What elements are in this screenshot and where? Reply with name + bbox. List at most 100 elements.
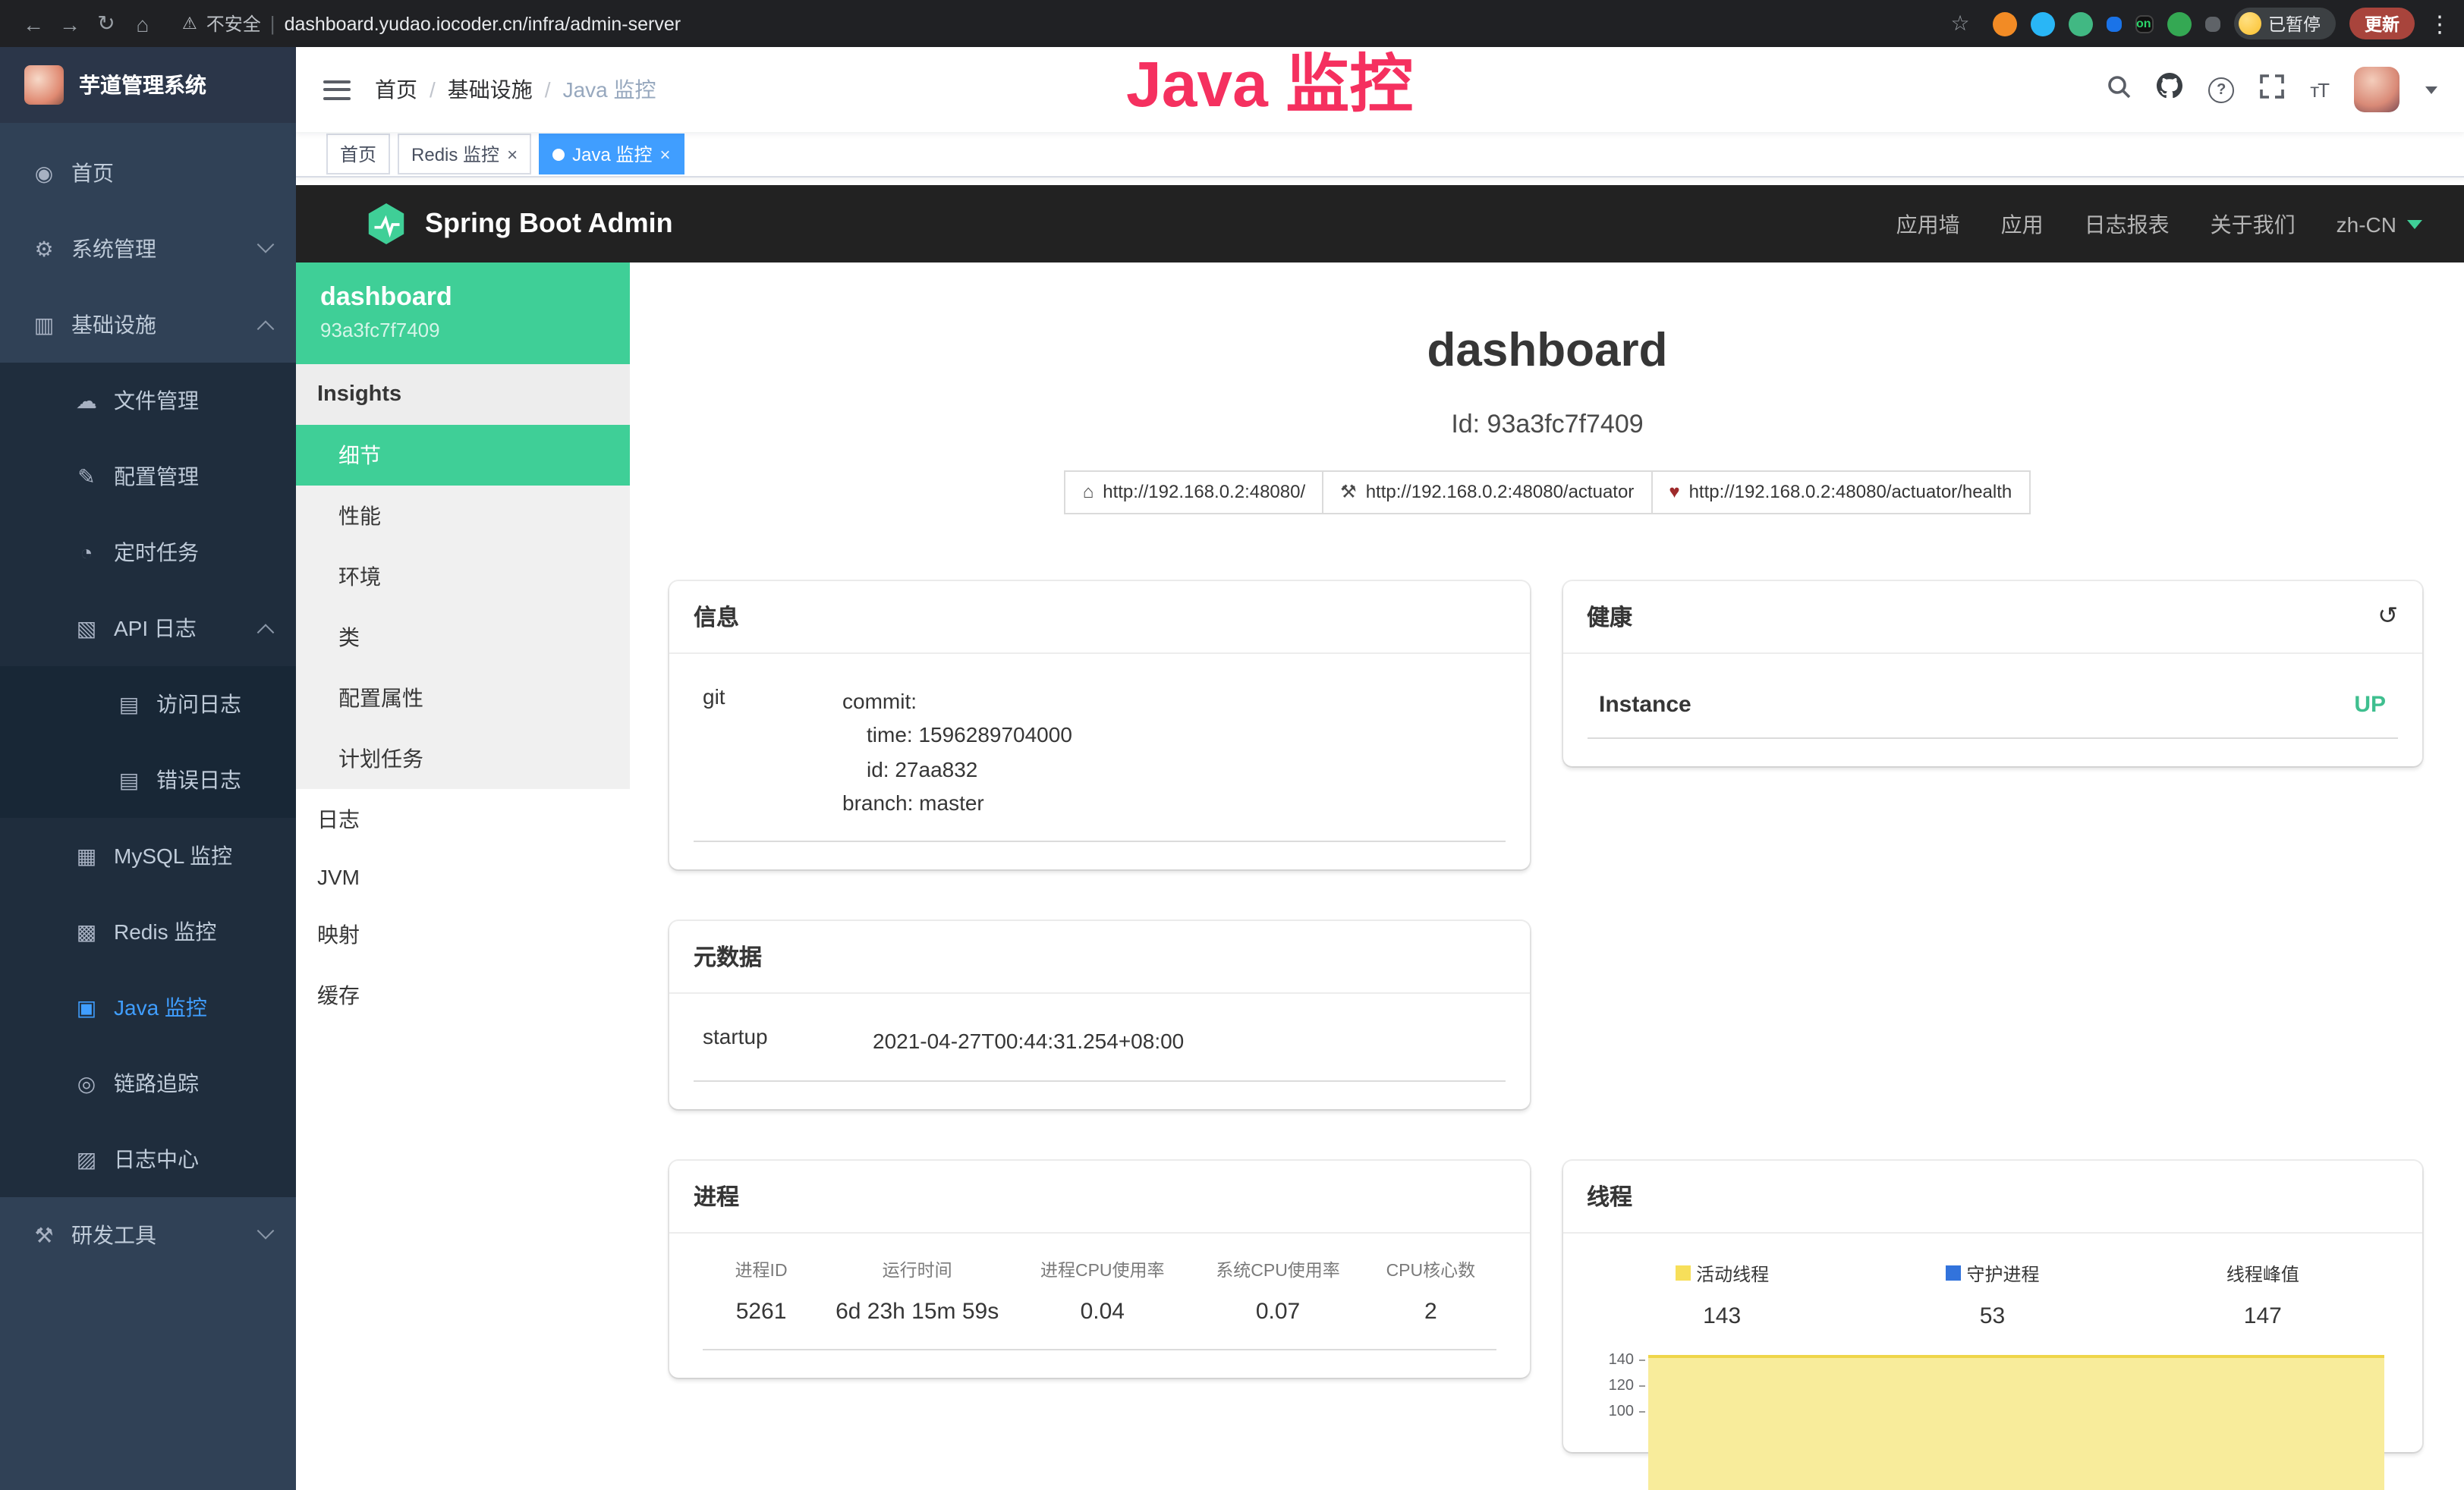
sidebar-item-access-logs[interactable]: ▤ 访问日志 <box>0 666 296 742</box>
info-key: git <box>703 684 842 820</box>
sidebar-item-java-monitor[interactable]: ▣ Java 监控 <box>0 970 296 1045</box>
redis-icon: ▩ <box>73 919 100 945</box>
sidebar-item-redis-monitor[interactable]: ▩ Redis 监控 <box>0 894 296 970</box>
sidebar-item-file-management[interactable]: ☁ 文件管理 <box>0 363 296 439</box>
spring-boot-admin-logo-icon <box>366 203 407 244</box>
sba-menu-performance[interactable]: 性能 <box>296 486 630 546</box>
url-text: dashboard.yudao.iocoder.cn/infra/admin-s… <box>285 13 681 34</box>
tab-redis-monitor[interactable]: Redis 监控 × <box>398 134 531 174</box>
file-icon: ☁ <box>73 388 100 413</box>
sba-locale-select[interactable]: zh-CN <box>2337 212 2422 236</box>
extension-icon-6[interactable] <box>2204 16 2220 31</box>
sidebar-item-mysql-monitor[interactable]: ▦ MySQL 监控 <box>0 818 296 894</box>
paused-label: 已暂停 <box>2268 11 2321 36</box>
extension-icon-2[interactable] <box>2030 11 2054 36</box>
github-icon[interactable] <box>2157 73 2182 106</box>
forward-icon[interactable]: → <box>52 11 88 36</box>
active-threads-area <box>1647 1354 2384 1490</box>
sba-menu-logs[interactable]: 日志 <box>296 789 630 850</box>
trace-icon: ◎ <box>73 1070 100 1096</box>
service-url-link[interactable]: ⌂ http://192.168.0.2:48080/ <box>1065 470 1323 514</box>
extension-icon-3[interactable] <box>2068 11 2092 36</box>
back-icon[interactable]: ← <box>15 11 52 36</box>
sba-menu-environment[interactable]: 环境 <box>296 546 630 607</box>
address-bar[interactable]: ⚠ 不安全 | dashboard.yudao.iocoder.cn/infra… <box>182 11 681 36</box>
close-tab-icon[interactable]: × <box>659 143 670 165</box>
sba-nav-applications[interactable]: 应用 <box>2001 209 2044 239</box>
sidebar-item-system-management[interactable]: ⚙ 系统管理 <box>0 211 296 287</box>
reload-icon[interactable]: ↻ <box>88 11 124 36</box>
extension-icon-5[interactable] <box>2167 11 2191 36</box>
health-instance-label[interactable]: Instance <box>1599 692 1691 718</box>
sidebar-item-error-logs[interactable]: ▤ 错误日志 <box>0 742 296 818</box>
breadcrumb-infrastructure[interactable]: 基础设施 <box>448 74 533 105</box>
extension-icon-1[interactable] <box>1992 11 2016 36</box>
avatar[interactable] <box>2354 67 2399 112</box>
sba-nav-wallboard[interactable]: 应用墙 <box>1896 209 1960 239</box>
tab-java-monitor[interactable]: Java 监控 × <box>539 134 684 174</box>
extension-grid-icon[interactable] <box>2106 16 2121 31</box>
health-status-badge: UP <box>2354 692 2386 718</box>
app-sidebar: 芋道管理系统 ◉ 首页 ⚙ 系统管理 ▥ 基础设施 ☁ <box>0 47 296 1490</box>
threads-legend: 活动线程 143 守护进程 <box>1587 1260 2398 1328</box>
tools-icon: ⚒ <box>30 1222 58 1248</box>
avatar-caret-icon[interactable] <box>2425 86 2437 93</box>
health-card-title: 健康 <box>1587 601 1632 633</box>
sba-nav-journal[interactable]: 日志报表 <box>2085 209 2170 239</box>
process-card-title: 进程 <box>694 1180 739 1212</box>
extension-on-badge-icon[interactable]: on <box>2135 14 2153 33</box>
document-icon: ▤ <box>115 767 143 793</box>
daemon-threads-value: 53 <box>1857 1303 2127 1328</box>
sidebar-item-dev-tools[interactable]: ⚒ 研发工具 <box>0 1197 296 1273</box>
sidebar-item-scheduled-tasks[interactable]: ◔ 定时任务 <box>0 514 296 590</box>
sba-menu-config-properties[interactable]: 配置属性 <box>296 668 630 728</box>
heart-icon: ♥ <box>1669 482 1679 503</box>
chevron-up-icon <box>257 320 275 338</box>
sidebar-item-home[interactable]: ◉ 首页 <box>0 135 296 211</box>
help-icon[interactable]: ? <box>2208 77 2234 102</box>
breadcrumb-home[interactable]: 首页 <box>375 74 417 105</box>
breadcrumb: 首页 / 基础设施 / Java 监控 <box>375 74 656 105</box>
sba-brand-title[interactable]: Spring Boot Admin <box>425 208 673 240</box>
tab-bar: 首页 Redis 监控 × Java 监控 × <box>296 132 2464 178</box>
sba-menu-mappings[interactable]: 映射 <box>296 904 630 965</box>
sba-menu-classes[interactable]: 类 <box>296 607 630 668</box>
sidebar-item-api-logs[interactable]: ▧ API 日志 <box>0 590 296 666</box>
history-icon[interactable]: ↺ <box>2377 602 2398 632</box>
actuator-url-link[interactable]: ⚒ http://192.168.0.2:48080/actuator <box>1322 470 1652 514</box>
chart-plot-area <box>1647 1347 2389 1424</box>
sba-navbar: Spring Boot Admin 应用墙 应用 日志报表 关于我们 zh-CN <box>296 185 2464 262</box>
paused-badge[interactable]: 已暂停 <box>2233 8 2336 39</box>
kebab-menu-icon[interactable]: ⋮ <box>2428 10 2450 37</box>
sidebar-item-log-center[interactable]: ▨ 日志中心 <box>0 1121 296 1197</box>
legend-item: 线程峰值 147 <box>2128 1260 2398 1328</box>
page-title: dashboard <box>630 323 2464 378</box>
instance-links: ⌂ http://192.168.0.2:48080/ ⚒ http://192… <box>630 470 2464 514</box>
sba-menu-details[interactable]: 细节 <box>296 425 630 486</box>
threads-card-title: 线程 <box>1587 1180 1632 1212</box>
sba-menu-scheduled-tasks[interactable]: 计划任务 <box>296 728 630 789</box>
sba-menu-caches[interactable]: 缓存 <box>296 965 630 1026</box>
search-icon[interactable] <box>2107 74 2131 105</box>
sidebar-item-infrastructure[interactable]: ▥ 基础设施 <box>0 287 296 363</box>
update-button[interactable]: 更新 <box>2349 8 2415 39</box>
sba-menu-jvm[interactable]: JVM <box>296 850 630 904</box>
close-tab-icon[interactable]: × <box>507 143 518 165</box>
sba-instance-header[interactable]: dashboard 93a3fc7f7409 <box>296 262 630 364</box>
app-logo-title: 芋道管理系统 <box>79 70 206 100</box>
sba-nav-about[interactable]: 关于我们 <box>2211 209 2296 239</box>
threads-card: 线程 活动线程 143 <box>1562 1160 2422 1451</box>
bookmark-star-icon[interactable]: ☆ <box>1942 11 1978 36</box>
health-url-link[interactable]: ♥ http://192.168.0.2:48080/actuator/heal… <box>1651 470 2030 514</box>
sidebar-item-config-management[interactable]: ✎ 配置管理 <box>0 439 296 514</box>
column-header: CPU核心数 <box>1366 1257 1496 1281</box>
process-pid: 5261 <box>703 1298 820 1324</box>
security-label: 不安全 <box>206 11 261 36</box>
font-size-icon[interactable]: тT <box>2310 78 2328 101</box>
tab-home[interactable]: 首页 <box>326 134 390 174</box>
sidebar-item-tracing[interactable]: ◎ 链路追踪 <box>0 1045 296 1121</box>
sidebar-toggle-icon[interactable] <box>323 80 351 99</box>
fullscreen-icon[interactable] <box>2260 74 2284 105</box>
sba-sidebar: dashboard 93a3fc7f7409 Insights 细节 性能 环境… <box>296 262 630 1490</box>
home-icon[interactable]: ⌂ <box>124 11 161 36</box>
